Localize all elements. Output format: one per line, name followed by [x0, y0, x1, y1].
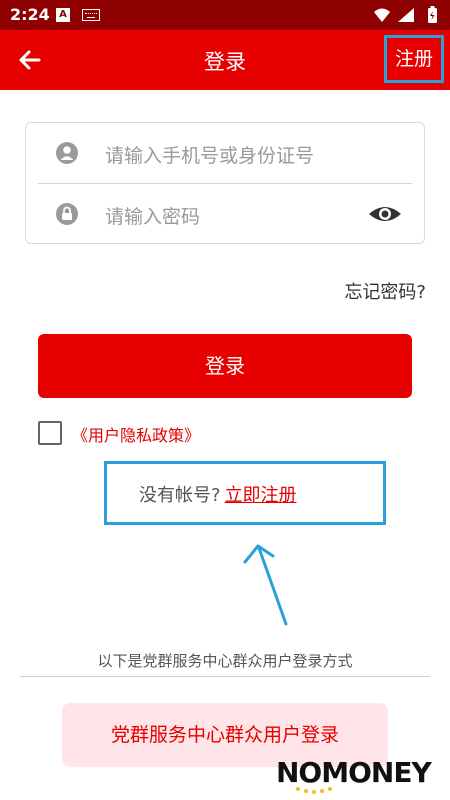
alt-login-caption: 以下是党群服务中心群众用户登录方式 — [97, 652, 353, 670]
account-field[interactable]: 请输入手机号或身份证号 — [26, 123, 424, 183]
no-account-text: 没有帐号? — [139, 485, 221, 506]
show-password-eye-icon[interactable] — [368, 202, 402, 226]
register-button[interactable]: 注册 — [384, 35, 444, 83]
password-field[interactable]: 请输入密码 — [26, 184, 424, 244]
signal-icon — [398, 8, 414, 22]
status-icons — [374, 6, 437, 23]
account-input[interactable]: 请输入手机号或身份证号 — [105, 141, 314, 168]
status-time: 2:24 — [10, 5, 50, 24]
watermark-logo: NOMONEY — [276, 756, 432, 794]
page-title: 登录 — [204, 50, 246, 74]
privacy-policy-link[interactable]: 《用户隐私政策》 — [72, 422, 200, 446]
user-icon — [56, 142, 78, 164]
watermark-dots-icon — [296, 787, 332, 794]
keyboard-icon — [82, 9, 100, 21]
login-form: 请输入手机号或身份证号 请输入密码 — [25, 122, 425, 244]
login-button[interactable]: 登录 — [38, 334, 412, 398]
no-account-prompt: 没有帐号? 立即注册 — [139, 481, 297, 507]
status-bar: 2:24 A — [0, 0, 450, 30]
wifi-icon — [374, 8, 390, 22]
privacy-checkbox[interactable] — [38, 421, 62, 445]
forgot-password-link[interactable]: 忘记密码? — [344, 278, 426, 304]
alt-login-divider — [20, 676, 430, 677]
annotation-arrow — [243, 544, 288, 626]
app-notification-icon: A — [56, 8, 70, 22]
lock-icon — [56, 203, 78, 225]
password-input[interactable]: 请输入密码 — [105, 202, 200, 229]
register-now-link[interactable]: 立即注册 — [225, 485, 297, 506]
app-toolbar: 登录 注册 — [0, 30, 450, 90]
